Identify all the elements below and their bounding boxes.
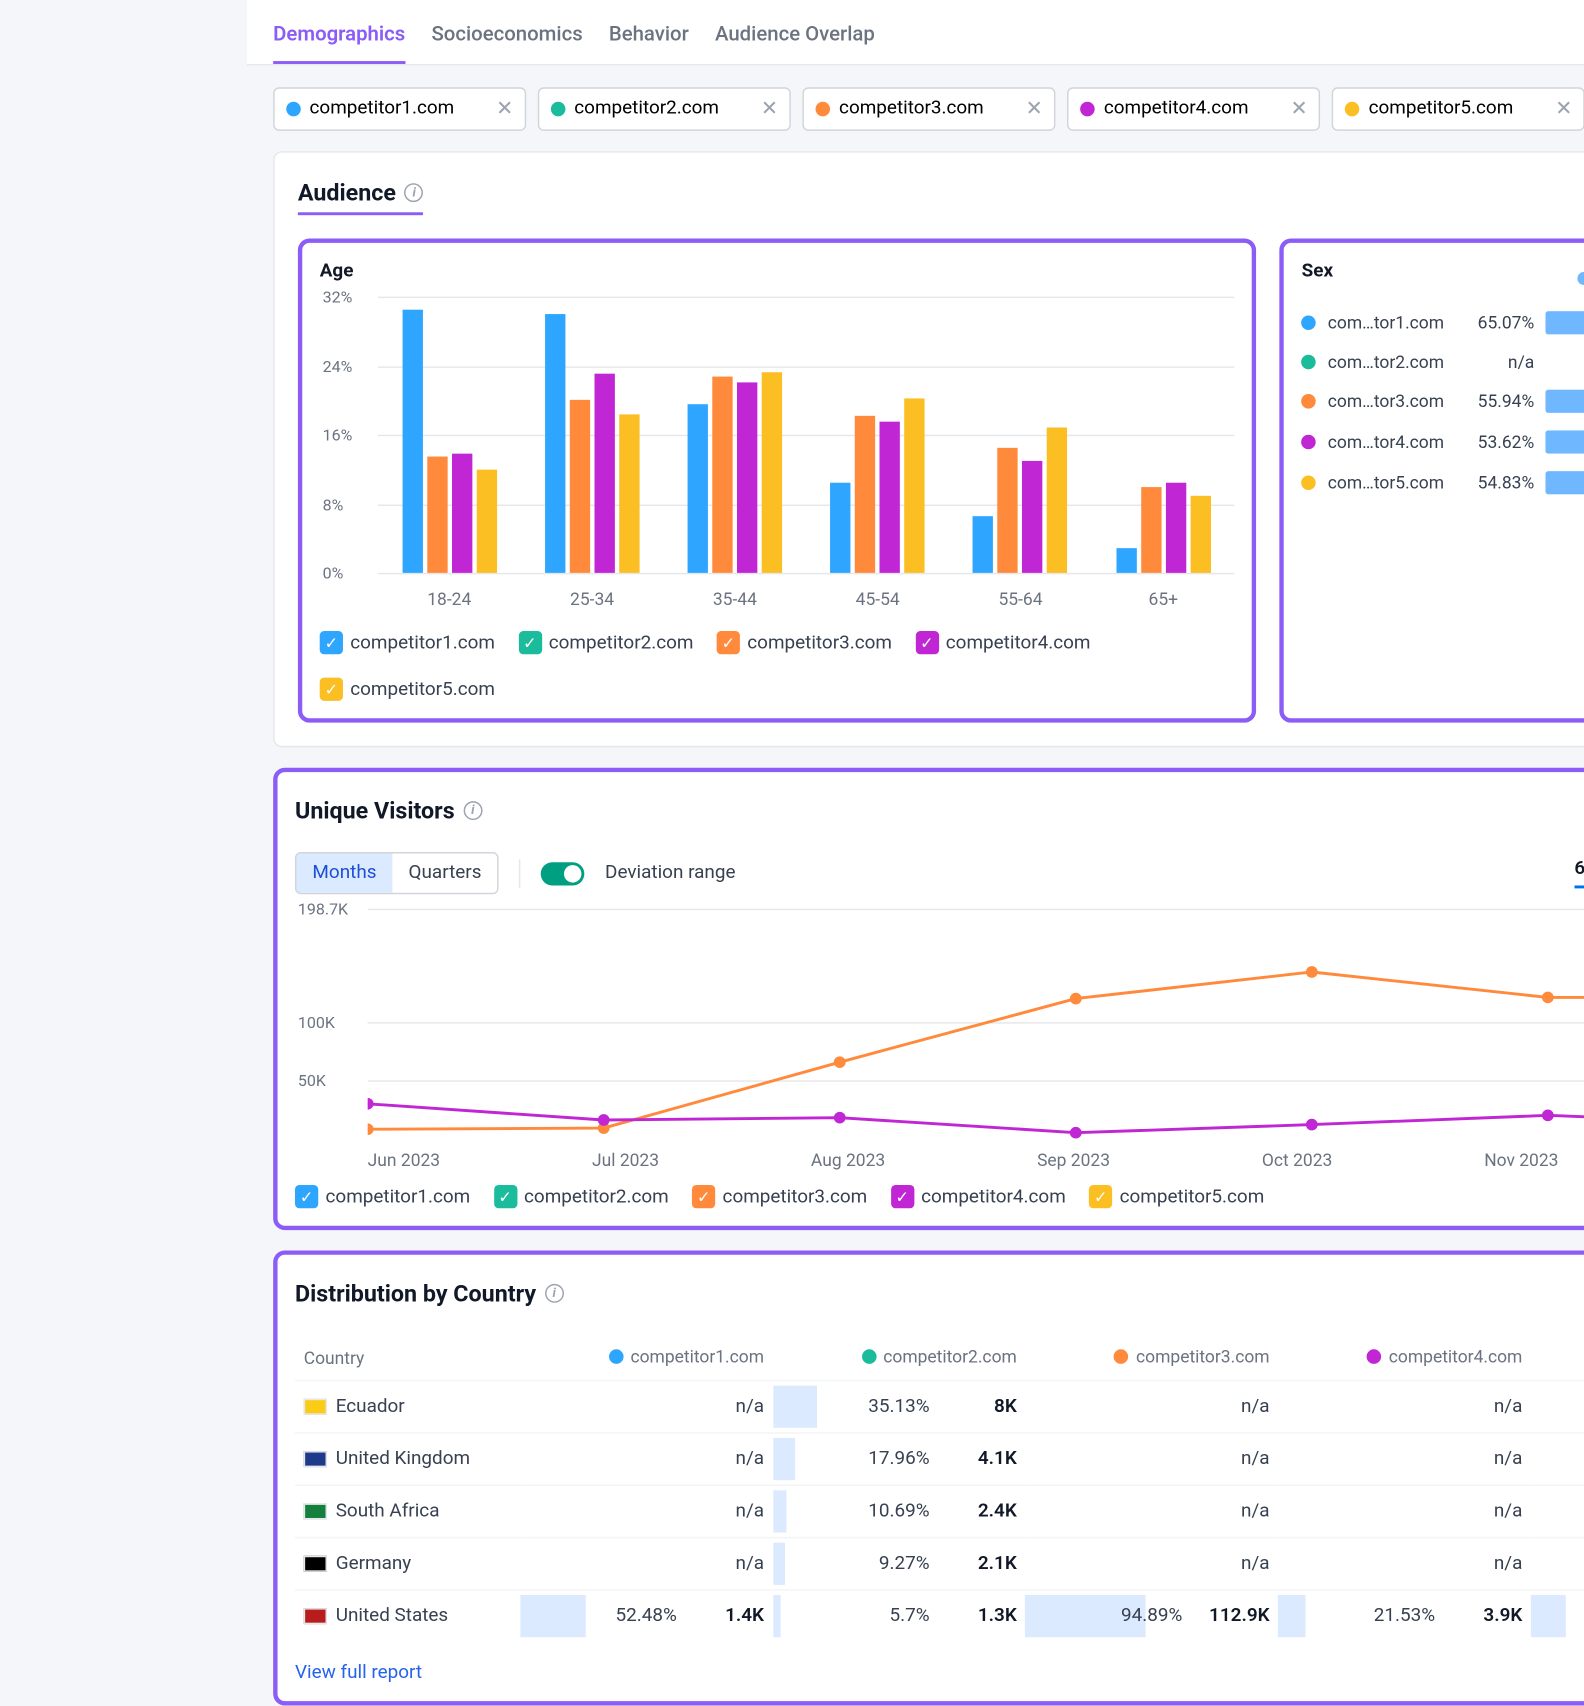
sex-legend: ♀ Female ♂ Male bbox=[1577, 268, 1584, 288]
legend-item[interactable]: ✓competitor3.com bbox=[717, 631, 892, 654]
table-row: Ecuadorn/a35.13%8Kn/an/an/a bbox=[295, 1381, 1584, 1433]
bar[interactable] bbox=[830, 482, 850, 573]
tab-socioeconomics[interactable]: Socioeconomics bbox=[431, 15, 582, 64]
country-title: Distribution by Country i bbox=[295, 1280, 564, 1308]
time-granularity-segment: MonthsQuarters bbox=[295, 852, 499, 894]
sex-chart-box: Sex ♀ Female ♂ Male com…tor1.com65.07%34… bbox=[1280, 238, 1584, 722]
tab-audience-overlap[interactable]: Audience Overlap bbox=[715, 15, 875, 64]
competitor-filter-row: competitor1.com✕ competitor2.com✕ competit… bbox=[247, 65, 1584, 151]
bar[interactable] bbox=[570, 400, 590, 573]
bar[interactable] bbox=[1141, 487, 1161, 573]
unique-line-chart: 50K100K198.7K Jun 2023Jul 2023Aug 2023Se… bbox=[295, 909, 1584, 1171]
legend-item[interactable]: ✓competitor1.com bbox=[295, 1185, 470, 1208]
legend-item[interactable]: ✓competitor1.com bbox=[320, 631, 495, 654]
bar[interactable] bbox=[1023, 461, 1043, 573]
close-icon[interactable]: ✕ bbox=[496, 97, 513, 120]
info-icon[interactable]: i bbox=[463, 801, 482, 820]
audience-panel: Audience i Export to PNG Age 0%8%16%24%3… bbox=[273, 151, 1584, 747]
sex-row: com…tor5.com54.83%45.17% bbox=[1302, 471, 1584, 494]
age-chart-box: Age 0%8%16%24%32% 18-2425-3435-4445-5455… bbox=[298, 238, 1257, 722]
country-table: Countrycompetitor1.comcompetitor2.comcom… bbox=[295, 1335, 1584, 1642]
table-row: South African/a10.69%2.4Kn/an/an/a bbox=[295, 1485, 1584, 1537]
bar[interactable] bbox=[545, 314, 565, 573]
unique-legend: ✓competitor1.com ✓competitor2.com ✓competi… bbox=[295, 1185, 1584, 1208]
bar[interactable] bbox=[619, 415, 639, 573]
unique-visitors-panel: Unique Visitors i Export MonthsQuarters … bbox=[273, 768, 1584, 1230]
sex-row: com…tor2.comn/a bbox=[1302, 352, 1584, 372]
close-icon[interactable]: ✕ bbox=[1555, 97, 1572, 120]
unique-title: Unique Visitors i bbox=[295, 797, 482, 825]
audience-title: Audience i bbox=[298, 179, 424, 215]
bar[interactable] bbox=[402, 310, 422, 573]
competitor-chip[interactable]: competitor2.com✕ bbox=[538, 87, 791, 131]
bar[interactable] bbox=[1047, 428, 1067, 573]
view-full-report-link[interactable]: View full report bbox=[295, 1662, 422, 1684]
bar[interactable] bbox=[688, 405, 708, 573]
sex-title: Sex bbox=[1302, 260, 1333, 282]
legend-item[interactable]: ✓competitor3.com bbox=[692, 1185, 867, 1208]
sex-row: com…tor4.com53.62%46.38% bbox=[1302, 430, 1584, 453]
sex-row: com…tor3.com55.94%44.06% bbox=[1302, 390, 1584, 413]
legend-item[interactable]: ✓competitor5.com bbox=[1089, 1185, 1264, 1208]
competitor-chip[interactable]: competitor1.com✕ bbox=[273, 87, 526, 131]
bar[interactable] bbox=[855, 416, 875, 573]
tab-behavior[interactable]: Behavior bbox=[609, 15, 689, 64]
table-row: United States52.48%1.4K5.7%1.3K94.89%112… bbox=[295, 1590, 1584, 1642]
deviation-toggle[interactable] bbox=[541, 861, 585, 884]
bar[interactable] bbox=[973, 517, 993, 573]
range-tabs: 6M1Y2YAll Time bbox=[1574, 858, 1584, 889]
bar[interactable] bbox=[476, 469, 496, 573]
bar[interactable] bbox=[998, 448, 1018, 573]
bar[interactable] bbox=[762, 372, 782, 573]
range-6m[interactable]: 6M bbox=[1574, 858, 1584, 889]
legend-item[interactable]: ✓competitor4.com bbox=[915, 631, 1090, 654]
legend-item[interactable]: ✓competitor4.com bbox=[891, 1185, 1066, 1208]
sex-row: com…tor1.com65.07%34.93% bbox=[1302, 311, 1584, 334]
legend-item[interactable]: ✓competitor5.com bbox=[320, 678, 495, 701]
bar[interactable] bbox=[712, 376, 732, 573]
deviation-label: Deviation range bbox=[605, 862, 735, 884]
age-bar-chart: 0%8%16%24%32% 18-2425-3435-4445-5455-646… bbox=[320, 297, 1235, 617]
legend-item[interactable]: ✓competitor2.com bbox=[493, 1185, 668, 1208]
tab-demographics[interactable]: Demographics bbox=[273, 15, 405, 64]
close-icon[interactable]: ✕ bbox=[761, 97, 778, 120]
bar[interactable] bbox=[594, 374, 614, 573]
bar[interactable] bbox=[880, 422, 900, 573]
competitor-chip[interactable]: competitor5.com✕ bbox=[1332, 87, 1584, 131]
bar[interactable] bbox=[905, 398, 925, 572]
bar[interactable] bbox=[1116, 549, 1136, 573]
age-legend: ✓competitor1.com ✓competitor2.com ✓competi… bbox=[320, 631, 1235, 701]
close-icon[interactable]: ✕ bbox=[1026, 97, 1043, 120]
main-tabs: Demographics Socioeconomics Behavior Audien… bbox=[247, 0, 1584, 65]
bar[interactable] bbox=[1165, 482, 1185, 573]
competitor-chip[interactable]: competitor3.com✕ bbox=[803, 87, 1056, 131]
info-icon[interactable]: i bbox=[405, 183, 424, 202]
info-icon[interactable]: i bbox=[545, 1284, 564, 1303]
bar[interactable] bbox=[451, 454, 471, 573]
age-title: Age bbox=[320, 260, 1235, 282]
legend-item[interactable]: ✓competitor2.com bbox=[518, 631, 693, 654]
competitor-chip[interactable]: competitor4.com✕ bbox=[1067, 87, 1320, 131]
close-icon[interactable]: ✕ bbox=[1290, 97, 1307, 120]
table-row: United Kingdomn/a17.96%4.1Kn/an/an/a bbox=[295, 1433, 1584, 1485]
table-row: Germanyn/a9.27%2.1Kn/an/an/a bbox=[295, 1538, 1584, 1590]
seg-months[interactable]: Months bbox=[296, 853, 392, 892]
seg-quarters[interactable]: Quarters bbox=[393, 853, 498, 892]
bar[interactable] bbox=[1190, 495, 1210, 573]
bar[interactable] bbox=[427, 456, 447, 573]
country-panel: Distribution by Country i Export Country… bbox=[273, 1250, 1584, 1705]
bar[interactable] bbox=[737, 383, 757, 573]
